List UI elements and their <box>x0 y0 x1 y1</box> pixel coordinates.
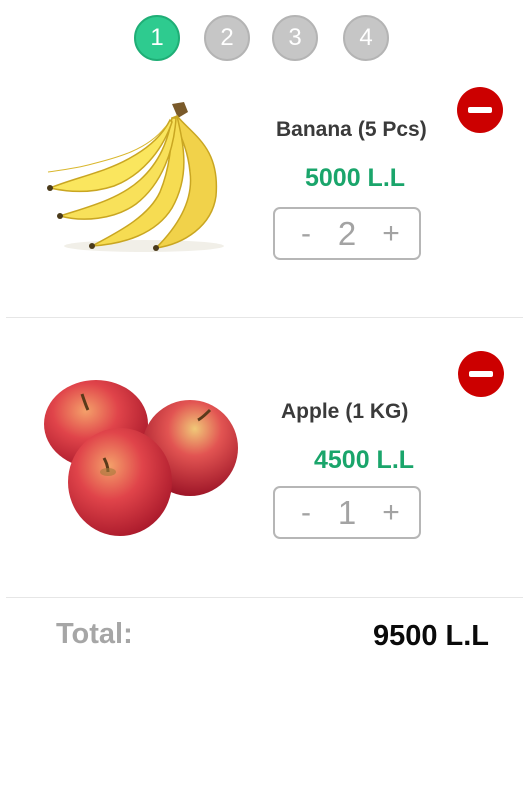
step-indicator: 1 2 3 4 <box>0 15 531 61</box>
quantity-stepper: - 2 + <box>273 207 421 260</box>
divider <box>6 597 523 598</box>
decrease-button[interactable]: - <box>289 209 323 258</box>
quantity-stepper: - 1 + <box>273 486 421 539</box>
item-unit: (5 Pcs) <box>357 118 427 141</box>
step-1[interactable]: 1 <box>134 15 180 61</box>
item-name-text: Banana <box>276 118 352 141</box>
remove-item-button[interactable] <box>457 87 503 133</box>
item-name-text: Apple <box>281 400 340 423</box>
step-3[interactable]: 3 <box>272 15 318 61</box>
item-name: Apple (1 KG) <box>281 400 408 424</box>
item-price: 4500 L.L <box>314 446 415 474</box>
divider <box>6 317 523 318</box>
total-value: 9500 L.L <box>372 620 489 652</box>
item-name: Banana (5 Pcs) <box>276 118 427 142</box>
quantity-value: 1 <box>337 494 357 531</box>
apple-image <box>44 380 238 536</box>
increase-button[interactable]: + <box>371 488 411 537</box>
quantity-value: 2 <box>337 215 357 252</box>
remove-item-button[interactable] <box>458 351 504 397</box>
step-2[interactable]: 2 <box>204 15 250 61</box>
item-unit: (1 KG) <box>345 400 409 423</box>
banana-image <box>47 102 224 252</box>
item-price: 5000 L.L <box>305 164 406 192</box>
decrease-button[interactable]: - <box>289 488 323 537</box>
step-4[interactable]: 4 <box>343 15 389 61</box>
increase-button[interactable]: + <box>371 209 411 258</box>
total-label: Total: <box>56 618 133 650</box>
